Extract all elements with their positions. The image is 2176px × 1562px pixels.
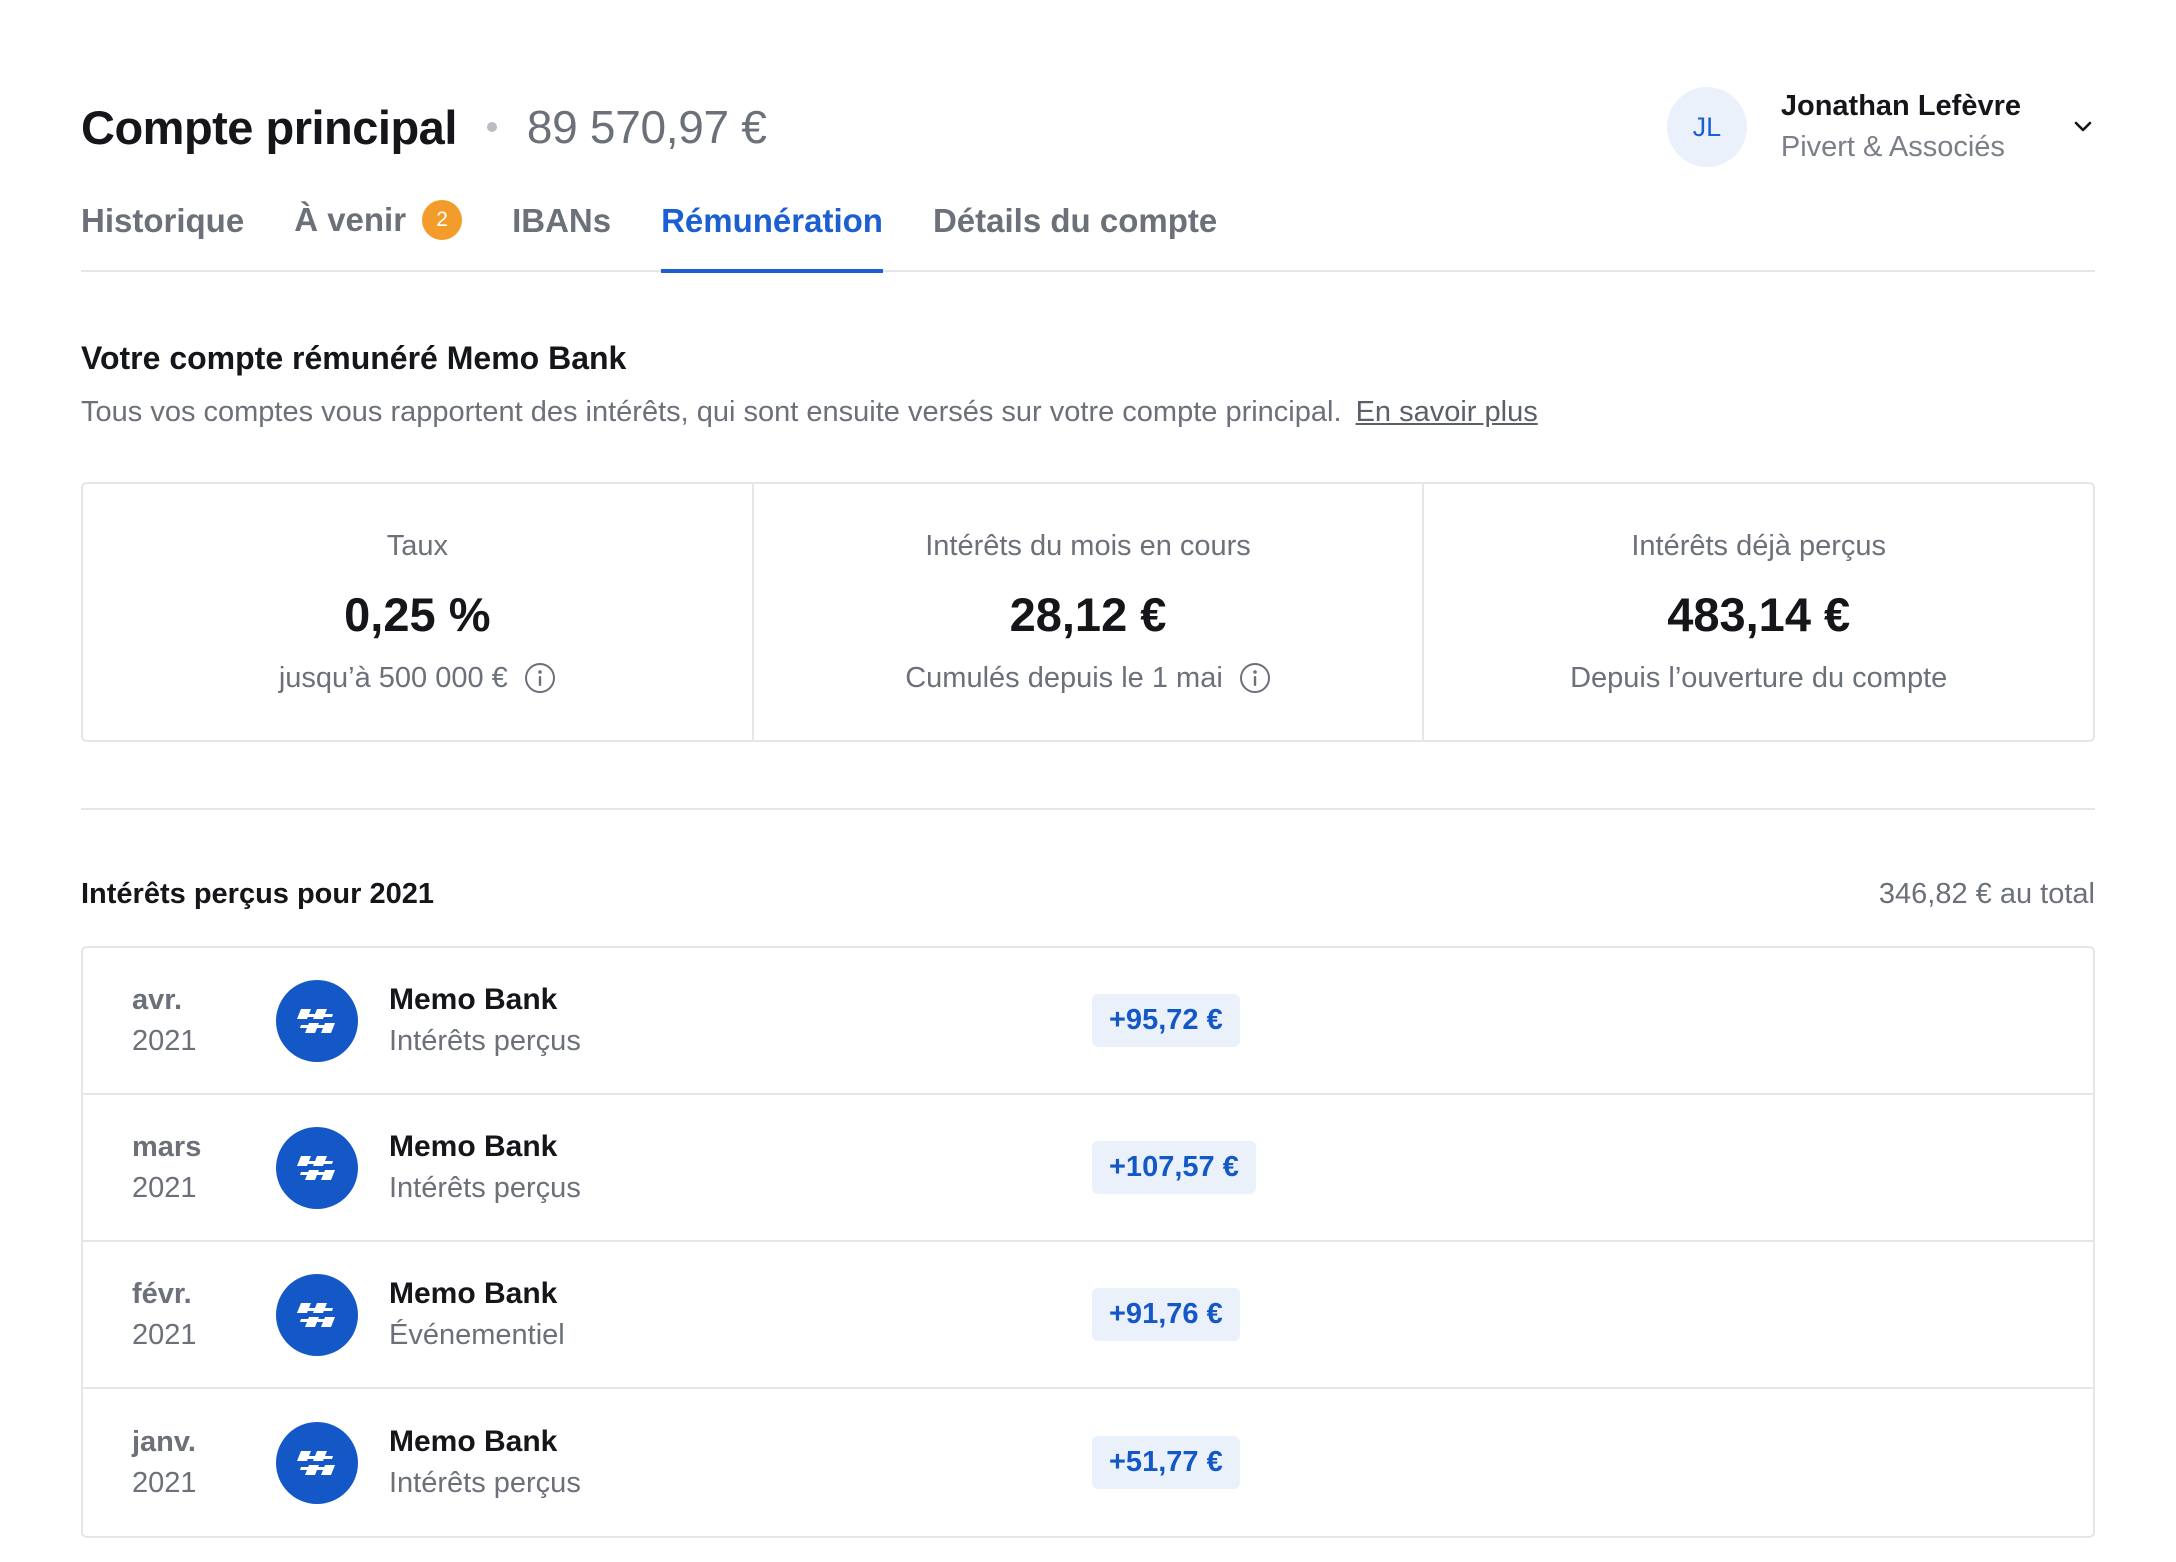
row-text: Memo Bank Intérêts perçus (389, 1130, 581, 1205)
stat-value: 0,25 % (344, 587, 491, 641)
title-group: Compte principal 89 570,97 € (81, 100, 767, 155)
user-name: Jonathan Lefèvre (1780, 90, 2021, 122)
stat-total-received: Intérêts déjà perçus 483,14 € Depuis l’o… (1424, 484, 2093, 740)
tab-historique[interactable]: Historique (81, 202, 244, 270)
count-badge: 2 (422, 200, 463, 240)
account-tabs: Historique À venir 2 IBANs Rémunération … (81, 190, 2095, 273)
stat-subtext-label: jusqu’à 500 000 € (278, 661, 508, 694)
stat-subtext-label: Depuis l’ouverture du compte (1570, 661, 1948, 694)
row-text: Memo Bank Événementiel (389, 1277, 565, 1352)
tab-remuneration[interactable]: Rémunération (661, 202, 883, 273)
row-description: Intérêts perçus (389, 1172, 581, 1204)
info-icon[interactable] (524, 662, 556, 694)
row-date: avr. 2021 (132, 984, 197, 1058)
user-company: Pivert & Associés (1780, 131, 2005, 163)
list-total: 346,82 € au total (1878, 878, 2095, 910)
list-title: Intérêts perçus pour 2021 (81, 878, 434, 910)
tab-label: À venir (294, 201, 407, 238)
row-description: Intérêts perçus (389, 1025, 581, 1057)
stat-value: 483,14 € (1667, 587, 1851, 641)
row-text: Memo Bank Intérêts perçus (389, 983, 581, 1058)
row-counterparty: Memo Bank (389, 1277, 558, 1310)
row-amount: +91,76 € (1092, 1288, 1240, 1341)
list-item[interactable]: févr. 2021 Memo Bank Événementiel +91,76… (83, 1242, 2093, 1389)
memo-bank-logo-icon (276, 1126, 358, 1209)
row-month: févr. (132, 1277, 192, 1310)
row-counterparty: Memo Bank (389, 1425, 558, 1458)
row-text: Memo Bank Intérêts perçus (389, 1425, 581, 1500)
stat-current-month: Intérêts du mois en cours 28,12 € Cumulé… (754, 484, 1425, 740)
row-month: avr. (132, 983, 182, 1016)
memo-bank-logo-icon (276, 1273, 358, 1356)
stat-subtext: jusqu’à 500 000 € (279, 662, 556, 695)
row-amount: +107,57 € (1092, 1141, 1256, 1194)
list-item[interactable]: mars 2021 Memo Bank Intérêts perçus +107… (83, 1095, 2093, 1242)
row-year: 2021 (132, 1171, 197, 1204)
tab-label: IBANs (512, 202, 612, 239)
row-amount: +95,72 € (1092, 994, 1240, 1047)
stat-subtext: Cumulés depuis le 1 mai (905, 662, 1271, 695)
tab-label: Détails du compte (932, 202, 1218, 239)
section-description: Tous vos comptes vous rapportent des int… (81, 396, 1538, 429)
page-title: Compte principal (81, 100, 457, 154)
avatar: JL (1666, 87, 1747, 167)
stat-rate: Taux 0,25 % jusqu’à 500 000 € (83, 484, 754, 740)
user-info: Jonathan Lefèvre Pivert & Associés (1781, 90, 2021, 164)
row-year: 2021 (132, 1024, 197, 1057)
tab-label: Rémunération (661, 202, 883, 239)
stat-label: Taux (386, 529, 448, 562)
memo-bank-logo-icon (276, 1421, 358, 1504)
interest-list: avr. 2021 Memo Bank Intérêts perçus +95,… (81, 946, 2095, 1538)
section-description-text: Tous vos comptes vous rapportent des int… (81, 396, 1342, 428)
row-month: janv. (132, 1425, 196, 1458)
page-header: Compte principal 89 570,97 € JL Jonathan… (81, 72, 2095, 182)
info-icon[interactable] (1239, 662, 1271, 694)
row-description: Intérêts perçus (389, 1467, 581, 1499)
row-description: Événementiel (389, 1319, 565, 1351)
stat-value: 28,12 € (1009, 587, 1167, 641)
row-date: janv. 2021 (132, 1426, 197, 1500)
stat-label: Intérêts du mois en cours (925, 529, 1251, 562)
section-title: Votre compte rémunéré Memo Bank (81, 340, 627, 376)
tab-ibans[interactable]: IBANs (512, 202, 611, 270)
memo-bank-logo-icon (276, 979, 358, 1062)
user-menu[interactable]: JL Jonathan Lefèvre Pivert & Associés (1666, 87, 2095, 167)
stat-label: Intérêts déjà perçus (1631, 529, 1887, 562)
interest-stats: Taux 0,25 % jusqu’à 500 000 € Intérêts d… (81, 482, 2095, 742)
chevron-down-icon[interactable] (2071, 115, 2095, 139)
row-date: mars 2021 (132, 1131, 201, 1205)
tab-label: Historique (81, 202, 245, 239)
list-item[interactable]: janv. 2021 Memo Bank Intérêts perçus +51… (83, 1389, 2093, 1536)
title-separator-dot (486, 122, 497, 132)
row-amount: +51,77 € (1092, 1436, 1240, 1489)
learn-more-link[interactable]: En savoir plus (1356, 396, 1538, 428)
row-date: févr. 2021 (132, 1278, 197, 1352)
account-balance: 89 570,97 € (526, 101, 767, 153)
stat-subtext: Depuis l’ouverture du compte (1570, 662, 1947, 695)
list-item[interactable]: avr. 2021 Memo Bank Intérêts perçus +95,… (83, 948, 2093, 1095)
tab-details-du-compte[interactable]: Détails du compte (933, 202, 1217, 270)
row-year: 2021 (132, 1318, 197, 1351)
tab-a-venir[interactable]: À venir 2 (294, 200, 463, 270)
row-counterparty: Memo Bank (389, 1130, 558, 1163)
row-month: mars (132, 1130, 202, 1163)
section-divider (81, 808, 2095, 810)
row-counterparty: Memo Bank (389, 983, 558, 1016)
row-year: 2021 (132, 1466, 197, 1499)
stat-subtext-label: Cumulés depuis le 1 mai (905, 661, 1223, 694)
